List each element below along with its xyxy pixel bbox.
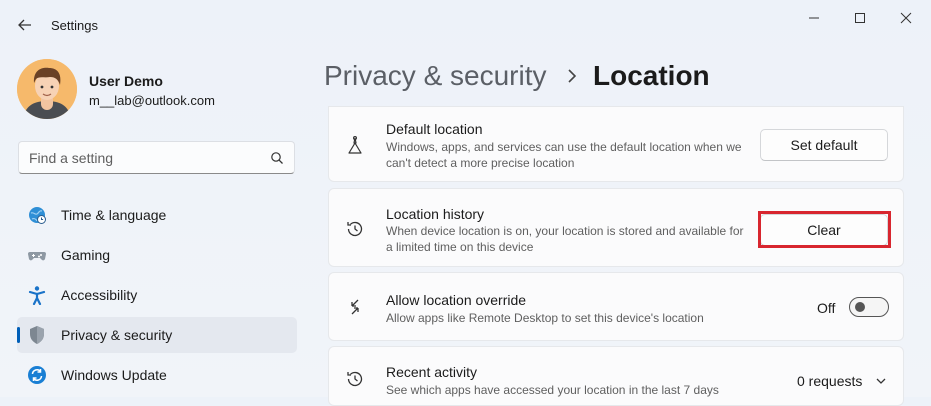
avatar[interactable] xyxy=(17,59,77,119)
toggle-state-label: Off xyxy=(817,300,836,316)
chevron-down-icon[interactable] xyxy=(875,375,887,387)
close-button[interactable] xyxy=(883,8,929,28)
sidebar-item-label: Accessibility xyxy=(61,287,138,303)
sidebar-item-time-language[interactable]: Time & language xyxy=(17,197,297,233)
chevron-right-icon xyxy=(568,69,577,83)
sidebar-item-label: Privacy & security xyxy=(61,327,173,343)
default-location-card: Default location Windows, apps, and serv… xyxy=(328,106,904,182)
setting-title: Default location xyxy=(386,121,483,137)
toggle-knob xyxy=(855,302,865,312)
accessibility-icon xyxy=(28,286,46,305)
sidebar-item-label: Windows Update xyxy=(61,367,167,383)
user-email: m__lab@outlook.com xyxy=(89,93,215,108)
search-box[interactable]: Find a setting xyxy=(18,141,295,174)
sidebar-item-windows-update[interactable]: Windows Update xyxy=(17,357,297,393)
user-avatar-icon xyxy=(17,59,77,119)
globe-clock-icon xyxy=(29,207,46,224)
setting-title: Recent activity xyxy=(386,364,478,380)
app-title: Settings xyxy=(51,18,98,33)
user-name: User Demo xyxy=(89,73,163,89)
close-icon xyxy=(900,12,912,24)
sync-icon xyxy=(28,366,46,384)
sidebar-item-privacy-security[interactable]: Privacy & security xyxy=(17,317,297,353)
setting-title: Allow location override xyxy=(386,292,527,308)
back-arrow-icon xyxy=(18,19,31,31)
setting-description: Windows, apps, and services can use the … xyxy=(386,140,742,170)
map-pin-icon xyxy=(348,136,362,154)
back-button[interactable] xyxy=(14,14,36,36)
maximize-icon xyxy=(855,13,865,23)
search-icon[interactable] xyxy=(270,151,284,165)
recent-activity-card[interactable]: Recent activity See which apps have acce… xyxy=(328,346,904,406)
request-count: 0 requests xyxy=(797,373,863,389)
sidebar-item-gaming[interactable]: Gaming xyxy=(17,237,297,273)
search-input[interactable]: Find a setting xyxy=(29,150,113,166)
page-title: Location xyxy=(593,60,710,91)
gamepad-icon xyxy=(28,252,46,261)
sidebar-item-accessibility[interactable]: Accessibility xyxy=(17,277,297,313)
setting-description: Allow apps like Remote Desktop to set th… xyxy=(386,311,704,325)
title-bar: Settings xyxy=(0,0,931,48)
selected-indicator xyxy=(17,327,20,343)
set-default-button[interactable]: Set default xyxy=(760,129,888,161)
sidebar-item-label: Time & language xyxy=(61,207,167,223)
highlight-box xyxy=(758,211,891,248)
location-override-card: Allow location override Allow apps like … xyxy=(328,272,904,341)
breadcrumb-parent[interactable]: Privacy & security xyxy=(324,60,547,92)
history-icon xyxy=(347,221,363,237)
override-arrows-icon xyxy=(351,299,359,315)
location-history-card: Location history When device location is… xyxy=(328,188,904,267)
setting-title: Location history xyxy=(386,206,485,222)
setting-description: When device location is on, your locatio… xyxy=(386,224,744,254)
history-icon xyxy=(347,371,363,387)
sidebar-item-label: Gaming xyxy=(61,247,111,263)
shield-icon xyxy=(30,326,44,344)
minimize-button[interactable] xyxy=(791,8,837,28)
location-override-toggle[interactable] xyxy=(849,297,889,317)
setting-description: See which apps have accessed your locati… xyxy=(386,383,719,397)
minimize-icon xyxy=(809,17,819,19)
maximize-button[interactable] xyxy=(837,8,883,28)
